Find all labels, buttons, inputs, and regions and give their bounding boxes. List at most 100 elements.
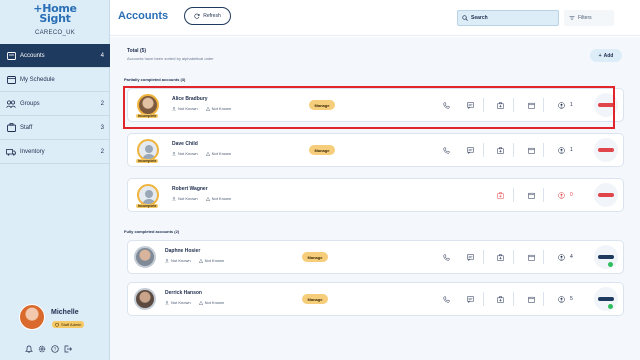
filters-button[interactable]: Filters bbox=[564, 10, 614, 26]
message-icon[interactable] bbox=[465, 100, 475, 110]
sidebar-item-accounts[interactable]: Accounts 4 bbox=[0, 44, 110, 68]
online-status-dot bbox=[608, 262, 613, 267]
phone-icon[interactable] bbox=[441, 294, 451, 304]
account-toggle[interactable] bbox=[594, 245, 618, 269]
account-toggle[interactable] bbox=[594, 138, 618, 162]
divider bbox=[513, 188, 514, 202]
sidebar-item-count: 4 bbox=[100, 52, 104, 59]
medical-bag-icon[interactable] bbox=[495, 100, 505, 110]
avatar bbox=[134, 288, 156, 310]
phone-icon[interactable] bbox=[441, 145, 451, 155]
medical-bag-alert-icon[interactable] bbox=[495, 190, 505, 200]
user-circle-icon[interactable] bbox=[556, 145, 566, 155]
calendar-icon[interactable] bbox=[526, 145, 536, 155]
divider bbox=[543, 98, 544, 112]
organisation-name: CARECO_UK bbox=[34, 30, 76, 36]
alert-value: Not Known bbox=[211, 106, 232, 111]
carer-count: 4 bbox=[570, 254, 573, 260]
help-icon[interactable]: ? bbox=[51, 340, 59, 353]
sidebar-item-groups[interactable]: Groups 2 bbox=[0, 92, 110, 116]
alert-value: Not Known bbox=[211, 151, 232, 156]
divider bbox=[543, 292, 544, 306]
person-icon bbox=[165, 258, 169, 263]
user-circle-icon[interactable] bbox=[556, 190, 566, 200]
gender-field: Not Known bbox=[165, 258, 191, 263]
account-toggle[interactable] bbox=[594, 183, 618, 207]
medical-bag-icon[interactable] bbox=[495, 294, 505, 304]
toggle-track bbox=[598, 193, 614, 197]
online-status-dot bbox=[608, 304, 613, 309]
person-icon bbox=[165, 300, 169, 305]
divider bbox=[513, 98, 514, 112]
shield-icon bbox=[55, 322, 59, 327]
medical-bag-icon[interactable] bbox=[495, 252, 505, 262]
bell-icon[interactable] bbox=[25, 340, 33, 353]
user-circle-icon[interactable] bbox=[556, 100, 566, 110]
account-card[interactable]: Daphne Hosier Not Known Not Known Manage… bbox=[127, 240, 624, 274]
sidebar-item-inventory[interactable]: Inventory 2 bbox=[0, 140, 110, 164]
user-circle-icon[interactable] bbox=[556, 294, 566, 304]
calendar-icon[interactable] bbox=[526, 190, 536, 200]
sidebar-item-count: 2 bbox=[100, 100, 104, 107]
divider bbox=[543, 250, 544, 264]
account-card[interactable]: Incomplete Robert Wagner Not Known Not K… bbox=[127, 178, 624, 212]
account-card[interactable]: Derrick Hanson Not Known Not Known Manag… bbox=[127, 282, 624, 316]
user-profile: Michelle Staff Admin ? bbox=[0, 304, 110, 360]
alert-field: Not Known bbox=[205, 196, 231, 201]
account-meta: Not Known Not Known bbox=[165, 300, 224, 305]
avatar[interactable] bbox=[19, 304, 45, 330]
account-name: Daphne Hosier bbox=[165, 248, 201, 254]
account-name: Derrick Hanson bbox=[165, 290, 202, 296]
calendar-icon[interactable] bbox=[526, 252, 536, 262]
sidebar-item-staff[interactable]: Staff 3 bbox=[0, 116, 110, 140]
gender-value: Not Known bbox=[171, 300, 191, 305]
gender-field: Not Known bbox=[172, 106, 198, 111]
message-icon[interactable] bbox=[465, 294, 475, 304]
app-logo[interactable]: +Home Sight bbox=[0, 3, 110, 24]
gender-field: Not Known bbox=[172, 196, 198, 201]
phone-icon[interactable] bbox=[441, 100, 451, 110]
account-toggle[interactable] bbox=[594, 287, 618, 311]
account-meta: Not Known Not Known bbox=[172, 196, 231, 201]
sidebar-item-count: 2 bbox=[100, 148, 104, 155]
divider bbox=[483, 143, 484, 157]
logout-icon[interactable] bbox=[64, 340, 72, 353]
incomplete-badge: Incomplete bbox=[136, 114, 159, 118]
divider bbox=[543, 188, 544, 202]
message-icon[interactable] bbox=[465, 252, 475, 262]
groups-icon bbox=[6, 99, 16, 109]
calendar-icon[interactable] bbox=[526, 294, 536, 304]
avatar bbox=[137, 184, 159, 206]
phone-icon[interactable] bbox=[441, 252, 451, 262]
account-card[interactable]: Incomplete Alice Bradbury Not Known Not … bbox=[127, 88, 624, 122]
divider bbox=[513, 250, 514, 264]
sidebar-item-my-schedule[interactable]: My Schedule bbox=[0, 68, 110, 92]
plus-icon: + bbox=[598, 52, 602, 59]
search-input[interactable]: Search bbox=[457, 10, 559, 26]
incomplete-badge: Incomplete bbox=[136, 204, 159, 208]
add-account-button[interactable]: + Add bbox=[590, 49, 622, 62]
message-icon[interactable] bbox=[465, 145, 475, 155]
calendar-icon[interactable] bbox=[526, 100, 536, 110]
warning-icon bbox=[205, 151, 210, 156]
divider bbox=[483, 98, 484, 112]
divider bbox=[483, 292, 484, 306]
manage-button[interactable]: Manage bbox=[302, 252, 328, 262]
avatar bbox=[134, 246, 156, 268]
manage-button[interactable]: Manage bbox=[309, 100, 335, 110]
svg-text:?: ? bbox=[54, 347, 57, 352]
accounts-list: Total (5) Accounts have been sorted by a… bbox=[110, 37, 640, 360]
user-circle-icon[interactable] bbox=[556, 252, 566, 262]
account-card[interactable]: Incomplete Dave Child Not Known Not Know… bbox=[127, 133, 624, 167]
carer-count: 5 bbox=[570, 296, 573, 302]
alert-value: Not Known bbox=[204, 258, 225, 263]
manage-button[interactable]: Manage bbox=[302, 294, 328, 304]
sidebar-item-label: Inventory bbox=[20, 148, 45, 155]
refresh-button[interactable]: Refresh bbox=[184, 7, 231, 25]
staff-icon bbox=[6, 123, 16, 133]
main-area: Accounts Refresh Search Filters Total (5… bbox=[110, 0, 640, 360]
account-toggle[interactable] bbox=[594, 93, 618, 117]
settings-icon[interactable] bbox=[38, 340, 46, 353]
manage-button[interactable]: Manage bbox=[309, 145, 335, 155]
medical-bag-icon[interactable] bbox=[495, 145, 505, 155]
